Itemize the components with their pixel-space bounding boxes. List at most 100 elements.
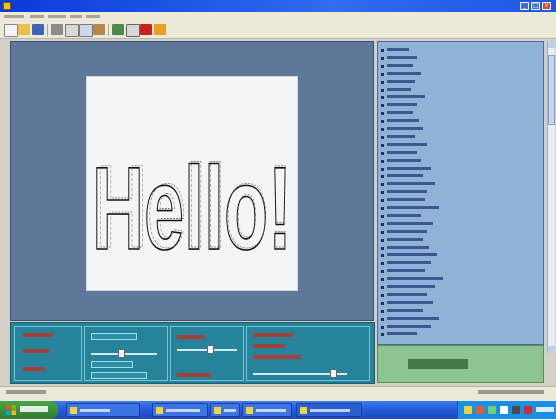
list-item[interactable] [381,133,531,141]
open-icon[interactable] [18,24,30,35]
list-item-label [387,127,423,130]
list-item[interactable] [381,244,531,252]
new-icon[interactable] [4,24,18,37]
slider-handle[interactable] [117,349,125,358]
list-item[interactable] [381,165,531,173]
list-item-bullet-icon [381,167,384,171]
status-text [408,359,468,369]
copy-icon[interactable] [79,24,93,37]
list-item[interactable] [381,117,531,125]
taskbar-button[interactable] [242,403,292,417]
list-item[interactable] [381,149,531,157]
toolbar-separator [108,24,109,36]
list-item[interactable] [381,54,531,62]
taskbar-button[interactable] [66,403,140,417]
list-item-label [387,221,433,225]
list-item[interactable] [381,188,531,196]
list-item[interactable] [381,101,531,109]
menu-item-3[interactable] [48,13,72,20]
list-item[interactable] [381,62,531,70]
app-icon [70,407,77,414]
stop-icon[interactable] [154,24,166,35]
slider-handle[interactable] [207,345,214,354]
list-item[interactable] [381,172,531,180]
list-item-bullet-icon [381,207,384,210]
print-icon[interactable] [51,24,63,35]
tray-icon[interactable] [524,406,532,414]
toolbar [0,21,556,39]
property-field[interactable] [91,361,133,368]
list-item[interactable] [381,212,531,220]
object-list[interactable] [377,41,544,345]
list-item[interactable] [381,299,531,307]
list-item-label [387,269,425,273]
taskbar-button[interactable] [210,403,240,417]
tray-icon[interactable] [476,406,484,414]
list-item[interactable] [381,291,531,299]
cut-icon[interactable] [65,24,79,37]
list-item-bullet-icon [381,254,384,258]
list-item[interactable] [381,109,531,117]
scroll-down-icon[interactable] [548,346,555,353]
list-item[interactable] [381,323,531,331]
list-item[interactable] [381,180,531,188]
list-item[interactable] [381,93,531,101]
list-item[interactable] [381,275,531,283]
record-icon[interactable] [140,24,152,35]
list-item[interactable] [381,141,531,149]
property-label [177,373,211,377]
maximize-button[interactable]: □ [531,2,540,10]
taskbar-button[interactable] [296,403,362,417]
list-item-label [387,103,417,107]
list-item-label [387,134,415,138]
tray-icon[interactable] [464,406,472,414]
close-button[interactable]: x [542,2,551,10]
list-item-bullet-icon [381,214,384,218]
menu-item-1[interactable] [4,13,28,20]
property-panel [10,322,375,384]
zoom-icon[interactable] [126,24,140,37]
scroll-thumb[interactable] [548,55,555,125]
tray-icon[interactable] [500,406,508,414]
taskbar-button[interactable] [152,403,208,417]
property-field[interactable] [91,372,147,379]
list-item[interactable] [381,315,531,323]
list-item-bullet-icon [381,135,384,139]
menu-item-5[interactable] [86,13,110,20]
list-item[interactable] [381,251,531,259]
list-item[interactable] [381,86,531,94]
paste-icon[interactable] [93,24,105,35]
list-item[interactable] [381,78,531,86]
tray-icon[interactable] [488,406,496,414]
undo-icon[interactable] [112,24,124,35]
list-item[interactable] [381,125,531,133]
list-item[interactable] [381,157,531,165]
list-item[interactable] [381,228,531,236]
scroll-up-icon[interactable] [548,41,555,48]
list-scrollbar[interactable] [547,41,555,353]
taskbar [0,401,556,419]
list-item[interactable] [381,330,531,338]
list-item-label [387,166,431,170]
start-button[interactable] [0,401,58,419]
drawing-canvas[interactable]: Hello! Hello! [87,77,297,290]
slider-handle[interactable] [329,369,337,378]
list-item[interactable] [381,307,531,315]
list-item[interactable] [381,46,531,54]
minimize-button[interactable]: _ [520,2,529,10]
list-item[interactable] [381,220,531,228]
list-item-bullet-icon [381,112,384,116]
list-item-label [387,87,411,91]
save-icon[interactable] [32,24,44,35]
property-field[interactable] [91,333,137,340]
list-item[interactable] [381,267,531,275]
design-viewport[interactable]: Hello! Hello! [10,41,374,321]
tray-icon[interactable] [512,406,520,414]
list-item[interactable] [381,70,531,78]
list-item[interactable] [381,204,531,212]
list-item[interactable] [381,196,531,204]
list-item[interactable] [381,283,531,291]
list-item[interactable] [381,259,531,267]
list-item-label [387,245,429,249]
list-item[interactable] [381,236,531,244]
